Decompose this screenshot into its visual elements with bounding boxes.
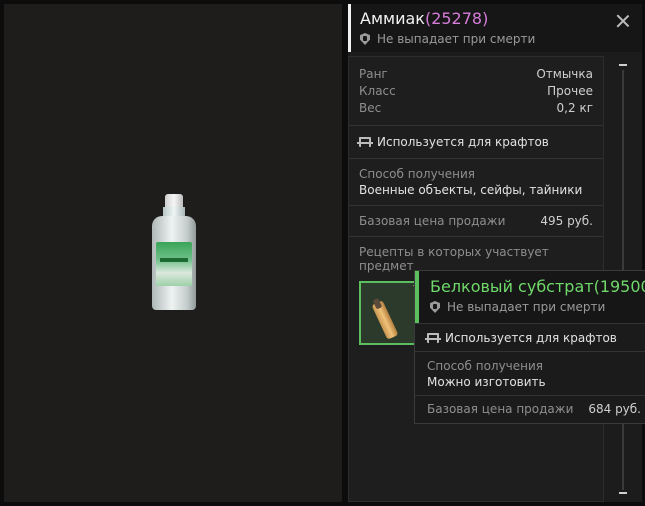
craft-label: Используется для крафтов bbox=[377, 135, 549, 149]
price-row: Базовая цена продажи 495 руб. bbox=[349, 206, 603, 237]
tooltip-title: Белковый субстрат(19500) bbox=[430, 277, 645, 296]
tooltip-item-name: Белковый субстрат bbox=[430, 277, 594, 296]
tooltip-craft-info: Используется для крафтов bbox=[415, 323, 645, 351]
death-status: Не выпадает при смерти bbox=[360, 32, 535, 46]
tooltip-item-id: (19500) bbox=[593, 277, 645, 296]
item-preview-panel bbox=[4, 4, 342, 502]
item-header: Аммиак(25278) Не выпадает при смерти bbox=[348, 4, 642, 52]
workbench-icon bbox=[425, 333, 441, 343]
obtain-value: Военные объекты, сейфы, тайники bbox=[359, 183, 583, 197]
close-icon[interactable] bbox=[616, 14, 630, 28]
price-label: Базовая цена продажи bbox=[359, 214, 506, 228]
ammonia-bottle-image bbox=[150, 194, 198, 314]
workbench-icon bbox=[357, 137, 373, 147]
stat-row-class: Класс Прочее bbox=[359, 84, 593, 98]
craft-info: Используется для крафтов bbox=[349, 126, 603, 159]
obtain-section: Способ получения Военные объекты, сейфы,… bbox=[349, 159, 603, 206]
death-status-text: Не выпадает при смерти bbox=[377, 32, 536, 46]
tooltip-header: Белковый субстрат(19500) Не выпадает при… bbox=[415, 271, 645, 323]
tooltip-price-row: Базовая цена продажи 684 руб. bbox=[415, 395, 645, 421]
shield-icon bbox=[360, 33, 370, 45]
item-info-panel: Аммиак(25278) Не выпадает при смерти Ран… bbox=[348, 4, 642, 502]
recipes-label: Рецепты в которых участвует предмет bbox=[359, 245, 549, 273]
substrate-item-icon bbox=[371, 297, 399, 340]
tooltip-death-status: Не выпадает при смерти bbox=[430, 300, 645, 314]
item-id: (25278) bbox=[424, 9, 489, 28]
tooltip-obtain-section: Способ получения Можно изготовить bbox=[415, 351, 645, 395]
stat-row-rank: Ранг Отмычка bbox=[359, 67, 593, 81]
stats-section: Ранг Отмычка Класс Прочее Вес 0,2 кг bbox=[349, 57, 603, 126]
recipe-tooltip: Белковый субстрат(19500) Не выпадает при… bbox=[414, 270, 645, 424]
item-name: Аммиак bbox=[360, 9, 425, 28]
stat-row-weight: Вес 0,2 кг bbox=[359, 101, 593, 115]
shield-icon bbox=[430, 301, 440, 313]
obtain-label: Способ получения bbox=[359, 167, 476, 181]
price-value: 495 руб. bbox=[540, 214, 593, 228]
item-title: Аммиак(25278) bbox=[360, 9, 488, 28]
